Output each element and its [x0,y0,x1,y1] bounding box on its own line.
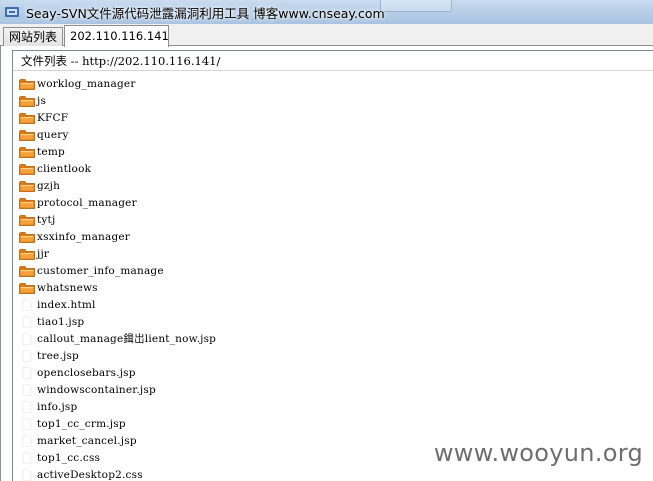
item-label: xsxinfo_manager [37,230,131,243]
folder-icon [19,265,35,277]
folder-icon [19,163,35,175]
file-item[interactable]: info.jsp [13,398,653,415]
folder-item[interactable]: protocol_manager [13,194,653,211]
file-list-header: 文件列表 -- http://202.110.116.141/ [13,51,653,71]
folder-item[interactable]: whatsnews [13,279,653,296]
item-label: temp [37,145,65,158]
tab-strip: 网站列表 202.110.116.141 [0,24,653,47]
item-label: gzjh [37,179,61,192]
item-label: activeDesktop2.css [37,468,143,481]
app-icon[interactable] [4,4,20,20]
file-icon [19,468,35,481]
item-label: info.jsp [37,400,78,413]
item-label: market_cancel.jsp [37,434,137,447]
folder-item[interactable]: gzjh [13,177,653,194]
app-window: Seay-SVN文件源代码泄露漏洞利用工具 博客www.cnseay.com 网… [0,0,653,481]
watermark: www.wooyun.org [433,439,643,467]
item-label: callout_manage鍓岀lient_now.jsp [37,333,217,345]
file-item[interactable]: top1_cc_crm.jsp [13,415,653,432]
item-label: tiao1.jsp [37,315,85,328]
item-label: jjr [37,247,50,260]
item-label: query [37,128,69,141]
item-label: js [37,94,47,107]
title-bar-ghost-box [380,0,452,12]
folder-icon [19,248,35,260]
item-label: worklog_manager [37,77,136,90]
item-label: protocol_manager [37,196,137,209]
folder-item[interactable]: tytj [13,211,653,228]
file-icon [19,349,35,362]
file-item[interactable]: openclosebars.jsp [13,364,653,381]
file-icon [19,451,35,464]
tab-site-list[interactable]: 网站列表 [3,27,63,46]
window-title: Seay-SVN文件源代码泄露漏洞利用工具 博客www.cnseay.com [26,5,385,21]
item-label: clientlook [37,162,92,175]
file-icon [19,383,35,396]
file-item[interactable]: tiao1.jsp [13,313,653,330]
folder-item[interactable]: xsxinfo_manager [13,228,653,245]
folder-icon [19,231,35,243]
file-icon [19,400,35,413]
item-label: windowscontainer.jsp [37,383,156,396]
folder-item[interactable]: jjr [13,245,653,262]
item-label: tytj [37,213,56,226]
file-item[interactable]: windowscontainer.jsp [13,381,653,398]
folder-item[interactable]: clientlook [13,160,653,177]
title-bar[interactable]: Seay-SVN文件源代码泄露漏洞利用工具 博客www.cnseay.com [0,0,653,24]
folder-item[interactable]: temp [13,143,653,160]
folder-icon [19,95,35,107]
folder-icon [19,78,35,90]
item-label: top1_cc.css [37,451,101,464]
item-label: customer_info_manage [37,264,164,277]
file-icon [19,417,35,430]
folder-item[interactable]: KFCF [13,109,653,126]
folder-icon [19,180,35,192]
file-item[interactable]: tree.jsp [13,347,653,364]
folder-item[interactable]: worklog_manager [13,75,653,92]
file-item[interactable]: index.html [13,296,653,313]
file-icon [19,434,35,447]
item-label: index.html [37,298,96,311]
file-list-view[interactable]: 文件列表 -- http://202.110.116.141/ worklog_… [12,50,653,481]
folder-icon [19,146,35,158]
file-icon [19,366,35,379]
file-icon [19,298,35,311]
item-label: openclosebars.jsp [37,366,136,379]
tab-panel: 文件列表 -- http://202.110.116.141/ worklog_… [0,46,653,481]
file-item[interactable]: activeDesktop2.css [13,466,653,481]
folder-icon [19,282,35,294]
file-list-items: worklog_managerjs KFCF query temp clientlook… [13,75,653,481]
file-icon [19,315,35,328]
item-label: tree.jsp [37,349,79,362]
tab-target-host[interactable]: 202.110.116.141 [64,25,169,47]
folder-icon [19,112,35,124]
item-label: KFCF [37,111,69,124]
folder-icon [19,214,35,226]
item-label: whatsnews [37,281,98,294]
folder-icon [19,197,35,209]
file-item[interactable]: callout_manage鍓岀lient_now.jsp [13,330,653,347]
folder-item[interactable]: customer_info_manage [13,262,653,279]
folder-item[interactable]: js [13,92,653,109]
folder-icon [19,129,35,141]
file-icon [19,332,35,345]
folder-item[interactable]: query [13,126,653,143]
item-label: top1_cc_crm.jsp [37,417,126,430]
